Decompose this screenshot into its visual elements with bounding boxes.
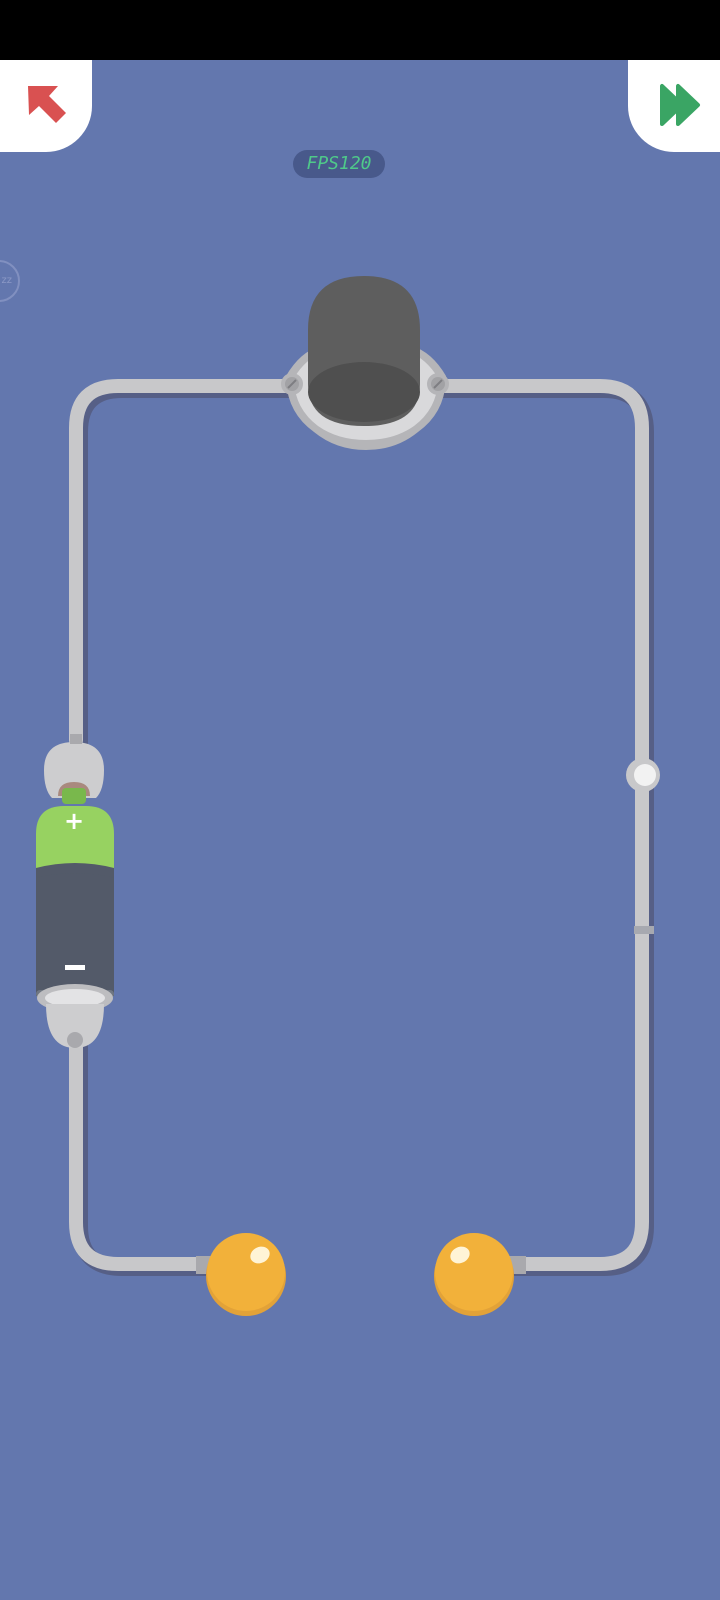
circuit-board: +: [36, 276, 660, 1316]
battery-minus-mark: [65, 965, 85, 970]
switch[interactable]: [626, 758, 660, 792]
wire: [69, 379, 649, 1271]
wire-shadow: [72, 382, 654, 1276]
battery-plus-label: +: [64, 807, 84, 835]
right-terminal[interactable]: [434, 1233, 526, 1316]
wire-joint: [634, 926, 654, 934]
battery[interactable]: +: [36, 734, 114, 1048]
left-terminal[interactable]: [196, 1233, 286, 1316]
dark-cup[interactable]: [281, 276, 449, 450]
